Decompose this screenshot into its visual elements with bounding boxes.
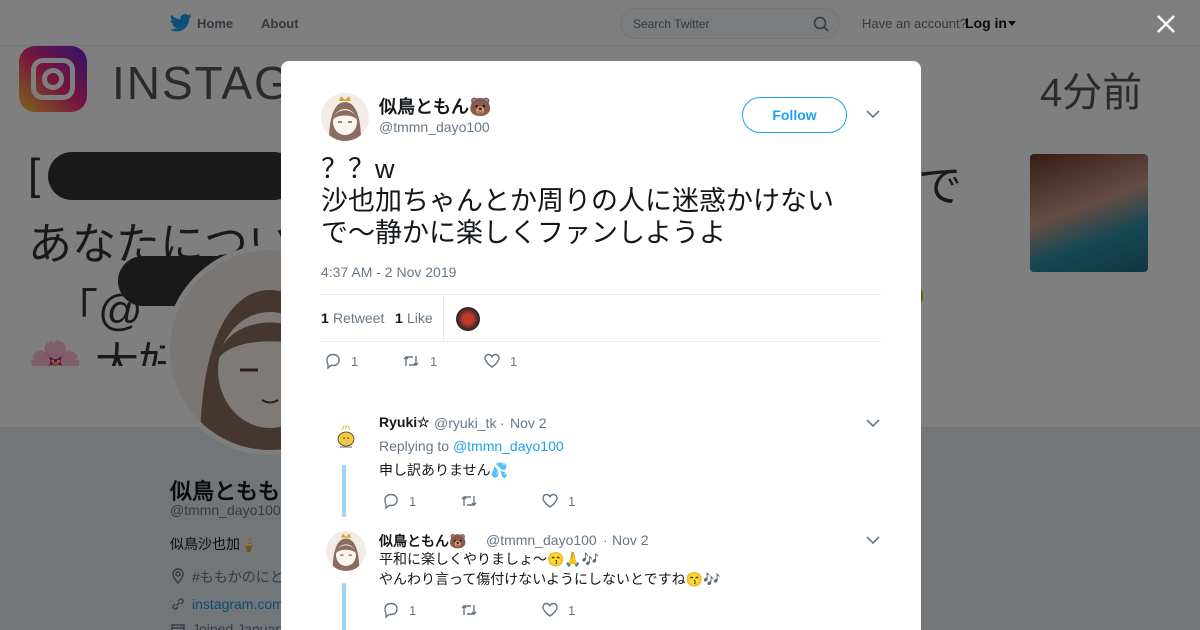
reply-author-name[interactable]: Ryuki☆ xyxy=(379,414,430,431)
like-action-count[interactable]: 1 xyxy=(510,354,517,369)
reply-author-name[interactable]: 似鳥ともん🐻 xyxy=(379,531,466,551)
retweet-action-count[interactable]: 1 xyxy=(430,354,437,369)
liker-avatar[interactable] xyxy=(456,307,480,331)
author-handle[interactable]: @tmmn_dayo100 xyxy=(379,119,490,135)
close-icon[interactable] xyxy=(1155,13,1177,35)
thread-line xyxy=(342,583,346,630)
reply-text: やんわり言って傷付けないようにしないとですね😙🎶 xyxy=(379,571,721,587)
heart-icon[interactable] xyxy=(541,492,559,510)
chevron-down-icon[interactable] xyxy=(866,535,880,545)
reply-like-count[interactable]: 1 xyxy=(568,494,575,509)
thread-line xyxy=(342,465,346,517)
avatar-illustration xyxy=(321,93,369,141)
stats-divider xyxy=(443,295,444,341)
meta-separator: · xyxy=(603,532,608,548)
reply-avatar[interactable] xyxy=(326,531,366,571)
like-count[interactable]: 1 xyxy=(395,310,403,326)
follow-button[interactable]: Follow xyxy=(742,97,847,133)
avatar-illustration xyxy=(326,531,366,571)
tweet-text-line: ？？w xyxy=(321,154,395,184)
tweet-text-line: で〜静かに楽しくファンしようよ xyxy=(321,218,726,248)
reply-text: 申し訳ありません💦 xyxy=(379,462,509,478)
reply-reply-count[interactable]: 1 xyxy=(409,603,416,618)
author-avatar[interactable] xyxy=(321,93,369,141)
reply-author-handle[interactable]: @tmmn_dayo100 xyxy=(486,532,597,548)
reply-like-count[interactable]: 1 xyxy=(568,603,575,618)
chevron-down-icon[interactable] xyxy=(866,109,880,119)
reply-date[interactable]: Nov 2 xyxy=(612,532,649,548)
replying-to-label: Replying to xyxy=(379,438,450,454)
reply-author-handle[interactable]: @ryuki_tk xyxy=(434,415,496,431)
tweet-text-line: 沙也加ちゃんとか周りの人に迷惑かけない xyxy=(321,186,834,216)
heart-icon[interactable] xyxy=(483,352,501,370)
tweet-text: ？？w 沙也加ちゃんとか周りの人に迷惑かけない で〜静かに楽しくファンしようよ xyxy=(321,153,881,249)
tweet-actions: 1 1 1 xyxy=(321,352,881,374)
replying-to-link[interactable]: @tmmn_dayo100 xyxy=(453,438,564,454)
tweet-timestamp[interactable]: 4:37 AM - 2 Nov 2019 xyxy=(321,264,456,280)
replies-section: Ryuki☆ @ryuki_tk · Nov 2 Replying to @tm… xyxy=(281,391,921,630)
reply-action-count[interactable]: 1 xyxy=(351,354,358,369)
tweet-stats: 1 Retweet 1 Like xyxy=(321,294,881,342)
avatar-illustration xyxy=(330,421,362,453)
like-label[interactable]: Like xyxy=(407,310,433,326)
reply-text: 平和に楽しくやりましょ〜😙🙏🎶 xyxy=(379,551,600,567)
reply-icon[interactable] xyxy=(324,352,342,370)
reply-date[interactable]: Nov 2 xyxy=(510,415,547,431)
reply-avatar[interactable] xyxy=(330,421,362,453)
heart-icon[interactable] xyxy=(541,601,559,619)
reply-icon[interactable] xyxy=(382,492,400,510)
replying-to: Replying to @tmmn_dayo100 xyxy=(379,438,564,454)
retweet-label[interactable]: Retweet xyxy=(333,310,384,326)
reply-reply-count[interactable]: 1 xyxy=(409,494,416,509)
retweet-icon[interactable] xyxy=(402,352,420,370)
retweet-icon[interactable] xyxy=(460,492,478,510)
meta-separator: · xyxy=(500,415,505,431)
author-name[interactable]: 似鳥ともん🐻 xyxy=(379,93,491,119)
retweet-count[interactable]: 1 xyxy=(321,310,329,326)
chevron-down-icon[interactable] xyxy=(866,418,880,428)
tweet-modal: 似鳥ともん🐻 @tmmn_dayo100 Follow ？？w 沙也加ちゃんとか… xyxy=(281,61,921,630)
retweet-icon[interactable] xyxy=(460,601,478,619)
reply-icon[interactable] xyxy=(382,601,400,619)
